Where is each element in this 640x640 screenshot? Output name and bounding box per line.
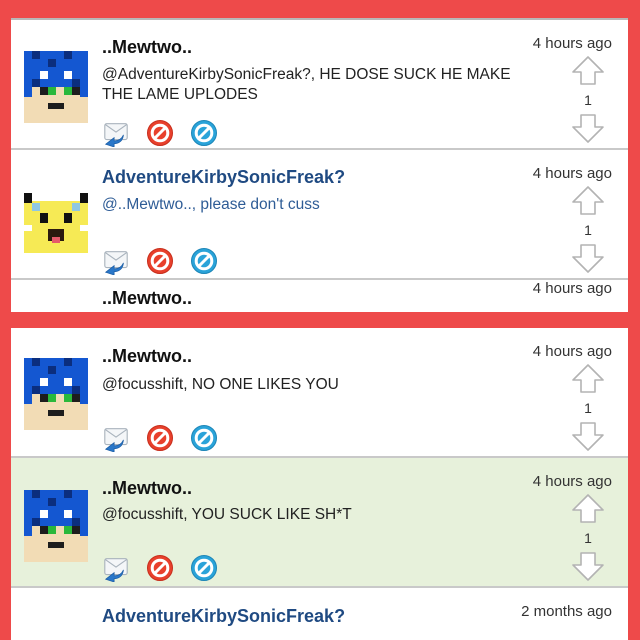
comment-item: ..Mewtwo.. 4 hours ago @AdventureKirbySo…: [11, 20, 628, 150]
comment-timestamp: 4 hours ago: [532, 280, 612, 297]
upvote-arrow-icon[interactable]: [572, 363, 604, 394]
comments-panel-top: ..Mewtwo.. 4 hours ago @AdventureKirbySo…: [11, 18, 628, 312]
report-icon[interactable]: [190, 554, 218, 582]
reply-envelope-icon[interactable]: [102, 119, 130, 147]
vote-control: 1: [570, 185, 606, 275]
comment-timestamp: 4 hours ago: [532, 343, 612, 360]
upvote-arrow-icon[interactable]: [572, 185, 604, 216]
avatar[interactable]: [24, 358, 88, 430]
avatar[interactable]: [24, 51, 88, 123]
comment-author[interactable]: AdventureKirbySonicFreak?: [102, 167, 345, 188]
upvote-arrow-icon[interactable]: [572, 55, 604, 86]
comment-timestamp: 4 hours ago: [532, 165, 612, 182]
comment-item: ..Mewtwo.. 4 hours ago @focusshift, NO O…: [11, 328, 628, 458]
comment-timestamp: 4 hours ago: [532, 473, 612, 490]
comment-text: @AdventureKirbySonicFreak?, HE DOSE SUCK…: [102, 66, 511, 103]
comment-text: @focusshift, YOU SUCK LIKE SH*T: [102, 506, 352, 523]
vote-count: 1: [584, 530, 592, 546]
reply-envelope-icon[interactable]: [102, 424, 130, 452]
comment-item-highlighted: ..Mewtwo.. 4 hours ago @focusshift, YOU …: [11, 458, 628, 588]
downvote-arrow-icon[interactable]: [572, 113, 604, 144]
downvote-arrow-icon[interactable]: [572, 421, 604, 452]
comment-item: ..Mewtwo.. 4 hours ago: [11, 280, 628, 312]
comment-author[interactable]: ..Mewtwo..: [102, 37, 192, 58]
vote-count: 1: [584, 400, 592, 416]
vote-control: 1: [570, 363, 606, 453]
report-icon[interactable]: [190, 424, 218, 452]
block-icon[interactable]: [146, 424, 174, 452]
comment-text: @focusshift, NO ONE LIKES YOU: [102, 376, 339, 393]
comment-item: AdventureKirbySonicFreak? 4 hours ago @.…: [11, 150, 628, 280]
block-icon[interactable]: [146, 554, 174, 582]
comment-author[interactable]: AdventureKirbySonicFreak?: [102, 606, 345, 627]
comment-author[interactable]: ..Mewtwo..: [102, 478, 192, 499]
report-icon[interactable]: [190, 119, 218, 147]
downvote-arrow-icon[interactable]: [572, 243, 604, 274]
comments-panel-bottom: ..Mewtwo.. 4 hours ago @focusshift, NO O…: [11, 328, 628, 640]
comment-item: AdventureKirbySonicFreak? 2 months ago: [11, 588, 628, 640]
avatar[interactable]: [24, 181, 88, 253]
comment-timestamp: 2 months ago: [521, 603, 612, 620]
upvote-arrow-icon[interactable]: [572, 493, 604, 524]
vote-control: 1: [570, 493, 606, 583]
vote-count: 1: [584, 222, 592, 238]
report-icon[interactable]: [190, 247, 218, 275]
comment-timestamp: 4 hours ago: [532, 35, 612, 52]
reply-envelope-icon[interactable]: [102, 247, 130, 275]
block-icon[interactable]: [146, 247, 174, 275]
vote-count: 1: [584, 92, 592, 108]
comment-author[interactable]: ..Mewtwo..: [102, 288, 192, 309]
reply-envelope-icon[interactable]: [102, 554, 130, 582]
comment-author[interactable]: ..Mewtwo..: [102, 346, 192, 367]
block-icon[interactable]: [146, 119, 174, 147]
vote-control: 1: [570, 55, 606, 145]
comment-text: @..Mewtwo.., please don't cuss: [102, 196, 320, 213]
downvote-arrow-icon[interactable]: [572, 551, 604, 582]
avatar[interactable]: [24, 490, 88, 562]
